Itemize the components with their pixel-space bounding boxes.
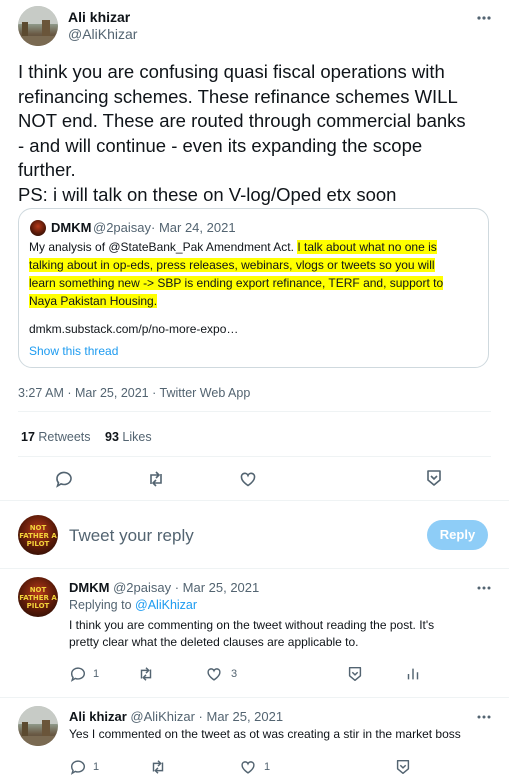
likes-count: 93 (105, 430, 119, 444)
reply-author-name[interactable]: DMKM (69, 580, 109, 595)
more-icon[interactable] (474, 707, 494, 727)
share-icon[interactable] (424, 468, 444, 488)
reply-icon[interactable] (54, 469, 74, 489)
like-count: 3 (231, 668, 238, 680)
reply-header: DMKM @2paisay · Mar 25, 2021 (69, 580, 259, 595)
replying-to: Replying to @AliKhizar (69, 598, 197, 612)
like-icon[interactable] (239, 758, 257, 776)
quoted-author-avatar (30, 220, 46, 236)
avatar-text: NOT FATHER A PILOT (19, 524, 57, 548)
retweets-count: 17 (21, 430, 35, 444)
replying-to-label: Replying to (69, 598, 132, 612)
quoted-tweet-text: My analysis of @StateBank_Pak Amendment … (29, 238, 484, 310)
reply-text-line: I think you are commenting on the tweet … (69, 618, 435, 632)
reply-author-avatar[interactable] (18, 706, 58, 746)
reply-text: I think you are commenting on the tweet … (69, 617, 434, 651)
quoted-tweet-link[interactable]: dmkm.substack.com/p/no-more-expo… (29, 322, 238, 336)
retweets-label: Retweets (38, 430, 91, 444)
reply-button[interactable]: Reply (427, 520, 488, 550)
quoted-author-name: DMKM (51, 220, 92, 235)
tweet-text-line: - and will continue - even its expanding… (18, 134, 423, 156)
reply-header: Ali khizar @AliKhizar · Mar 25, 2021 (69, 709, 283, 724)
reply-icon[interactable] (69, 758, 87, 776)
quoted-author-handle: @2paisay (93, 220, 152, 235)
more-icon[interactable] (474, 578, 494, 598)
like-icon[interactable] (205, 665, 223, 683)
reply-date[interactable]: · Mar 25, 2021 (175, 580, 260, 595)
tweet-text-line: I think you are confusing quasi fiscal o… (18, 61, 445, 82)
tweet-text-line: further. (18, 159, 76, 180)
likes-stat[interactable]: 93 Likes (105, 430, 152, 444)
replying-to-handle[interactable]: @AliKhizar (135, 598, 197, 612)
tweet-text-line: PS: i will talk on these on V-log/Oped e… (18, 183, 397, 205)
reply-count: 1 (93, 668, 100, 680)
show-thread-link[interactable]: Show this thread (29, 344, 118, 358)
reply-input[interactable]: Tweet your reply (69, 526, 194, 546)
share-icon[interactable] (346, 665, 364, 683)
quoted-text-highlight: talking about in op-eds, press releases,… (29, 258, 435, 272)
reply-text-line: Yes I commented on the tweet as ot was c… (69, 727, 461, 741)
quoted-text-highlight: learn something new -> SBP is ending exp… (29, 276, 444, 290)
share-icon[interactable] (394, 758, 412, 776)
current-user-avatar[interactable]: NOT FATHER A PILOT (18, 515, 58, 555)
quoted-tweet-date: · Mar 24, 2021 (151, 220, 236, 235)
reply-button-label: Reply (439, 527, 476, 542)
reply-date[interactable]: · Mar 25, 2021 (199, 709, 284, 724)
likes-label: Likes (122, 430, 152, 444)
quoted-text-plain: My analysis of @StateBank_Pak Amendment … (29, 240, 298, 254)
author-avatar[interactable] (18, 6, 58, 46)
like-icon[interactable] (238, 469, 258, 489)
reply-author-name[interactable]: Ali khizar (69, 709, 127, 724)
reply-author-handle[interactable]: @AliKhizar (130, 709, 195, 724)
author-name[interactable]: Ali khizar (68, 9, 130, 25)
tweet-text-line: NOT end. These are routed through commer… (18, 110, 466, 131)
tweet-text-line: refinancing schemes. These refinance sch… (18, 85, 458, 107)
tweet-text: I think you are confusing quasi fiscal o… (18, 60, 503, 207)
reply-author-handle[interactable]: @2paisay (113, 580, 171, 595)
tweet-timestamp[interactable]: 3:27 AM · Mar 25, 2021 · Twitter Web App (18, 386, 250, 400)
retweets-stat[interactable]: 17 Retweets (21, 430, 91, 444)
reply-text-line: pretty clear what the deleted clauses ar… (69, 635, 359, 649)
reply-text: Yes I commented on the tweet as ot was c… (69, 726, 461, 743)
more-icon[interactable] (474, 8, 494, 28)
analytics-icon[interactable] (404, 665, 422, 683)
avatar-text: NOT FATHER A PILOT (19, 586, 57, 610)
retweet-icon[interactable] (137, 665, 155, 683)
quoted-text-highlight: Naya Pakistan Housing. (29, 294, 158, 308)
retweet-icon[interactable] (146, 469, 166, 489)
reply-count: 1 (93, 761, 100, 773)
author-handle[interactable]: @AliKhizar (68, 26, 137, 42)
reply-icon[interactable] (69, 665, 87, 683)
reply-author-avatar[interactable]: NOT FATHER A PILOT (18, 577, 58, 617)
like-count: 1 (264, 761, 271, 773)
retweet-icon[interactable] (149, 758, 167, 776)
quoted-text-highlight: I talk about what no one is (297, 240, 437, 254)
